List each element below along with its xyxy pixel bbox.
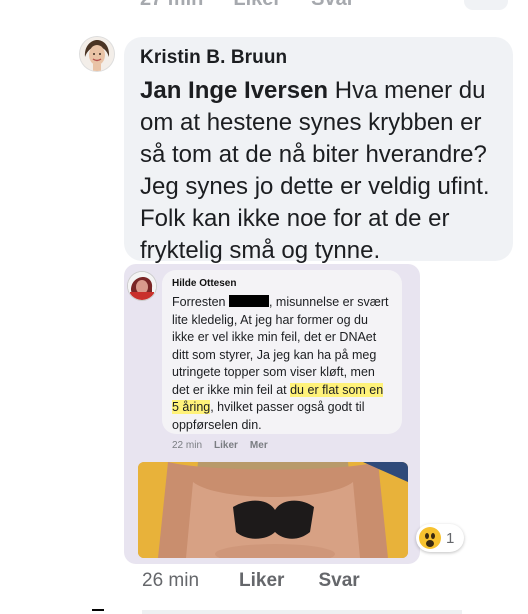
redaction-bar [228,295,269,307]
comment-bubble: Kristin B. Bruun Jan Inge Iversen Hva me… [124,37,513,264]
like-button[interactable]: Liker [239,570,284,592]
reaction-count: 1 [446,529,455,547]
inner-comment-bubble: Hilde Ottesen Forresten , misunnelse er … [162,270,402,434]
avatar[interactable] [80,37,114,71]
inner-comment-text: Forresten , misunnelse er svært lite kle… [172,294,392,434]
inner-comment-author: Hilde Ottesen [172,278,237,289]
next-comment-bubble-edge [142,610,462,614]
previous-comment-time: 27 min [140,0,203,11]
comment-text: Jan Inge Iversen Hva mener du om at hest… [140,75,499,267]
wow-emoji-icon [419,527,441,549]
inner-comment-meta: 22 min Liker Mer [172,440,268,451]
previous-comment-actions: 27 min Liker Svar [0,0,528,14]
previous-reply-button[interactable]: Svar [311,0,354,11]
comment-body: Hva mener du om at hestene synes krybben… [140,77,490,264]
comment-actions: 26 min Liker Svar [142,570,360,592]
reaction-summary[interactable]: 1 [416,524,464,552]
inner-avatar [128,272,156,300]
reply-button[interactable]: Svar [318,570,359,592]
tagged-user-link[interactable]: Jan Inge Iversen [140,77,328,104]
inner-photo [138,462,408,558]
attached-screenshot[interactable]: Hilde Ottesen Forresten , misunnelse er … [124,264,420,564]
inner-text-middle: , misunnelse er svært lite kledelig, At … [172,295,389,397]
comment-author[interactable]: Kristin B. Bruun [140,47,499,69]
inner-more: Mer [249,440,268,451]
comment-time[interactable]: 26 min [142,570,199,592]
inner-like: Liker [214,440,238,451]
next-comment-edge [92,609,104,611]
previous-like-button[interactable]: Liker [233,0,281,11]
inner-text-start: Forresten [172,295,229,309]
inner-time: 22 min [172,440,203,451]
previous-reaction-pill [464,0,508,10]
